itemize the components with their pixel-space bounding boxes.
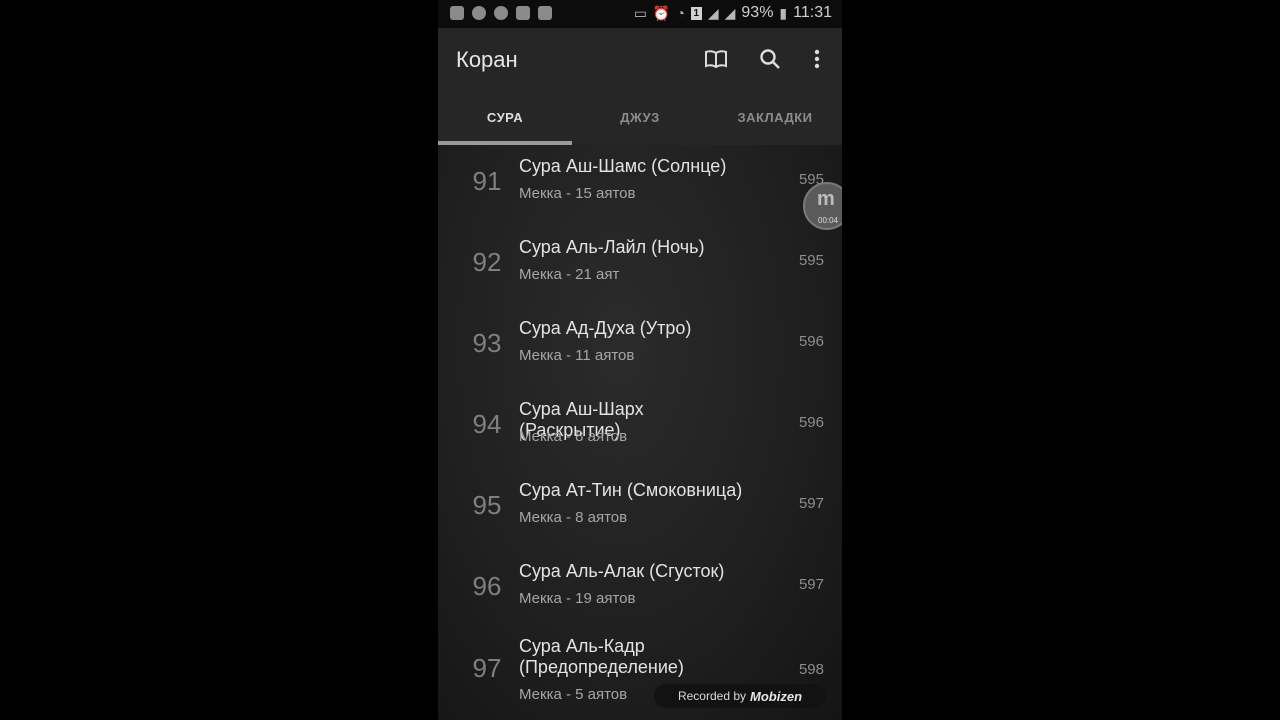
surah-title: Сура Ад-Духа (Утро) (519, 318, 692, 338)
cast-icon: ▭ (633, 4, 647, 21)
watermark-logo: Mobizen (750, 688, 803, 704)
mobizen-notification-icon (472, 6, 486, 20)
surah-row-93[interactable]: 93 Сура Ад-Духа (Утро) Мекка - 11 аятов … (438, 307, 842, 388)
recorder-timer: 00:04 (818, 216, 839, 225)
surah-number: 93 (472, 328, 502, 358)
message-notification-icon (450, 6, 464, 20)
surah-subtitle: Мекка - 21 аят (519, 266, 620, 283)
alarm-icon: ⏰ (652, 4, 671, 21)
surah-row-92[interactable]: 92 Сура Аль-Лайл (Ночь) Мекка - 21 аят 5… (438, 226, 842, 307)
surah-row-91[interactable]: 91 Сура Аш-Шамс (Солнце) Мекка - 15 аято… (438, 145, 842, 226)
surah-page: 596 (798, 414, 824, 431)
recorder-logo: m (817, 188, 835, 210)
more-options-button[interactable] (804, 46, 830, 72)
surah-page: 598 (798, 661, 824, 678)
surah-row-95[interactable]: 95 Сура Ат-Тин (Смоковница) Мекка - 8 ая… (438, 469, 842, 550)
battery-icon: ▮ (779, 4, 788, 21)
notification-icons (450, 6, 552, 20)
phone-screen: ▭ ⏰ ◔ 1 ◢ ◢ 93% ▮ 11:31 Коран СУРА ДЖУЗ … (438, 0, 842, 720)
search-button[interactable] (757, 46, 783, 72)
mail-notification-icon (538, 6, 552, 20)
surah-subtitle: Мекка - 8 аятов (519, 509, 628, 526)
surah-row-96[interactable]: 96 Сура Аль-Алак (Сгусток) Мекка - 19 ая… (438, 550, 842, 631)
surah-list[interactable]: 91 Сура Аш-Шамс (Солнце) Мекка - 15 аято… (438, 145, 842, 720)
surah-number: 92 (472, 247, 502, 277)
tab-bar: СУРА ДЖУЗ ЗАКЛАДКИ (438, 90, 842, 145)
status-bar: ▭ ⏰ ◔ 1 ◢ ◢ 93% ▮ 11:31 (438, 0, 842, 28)
sim-badge: 1 (690, 6, 702, 20)
surah-number: 94 (472, 409, 502, 439)
surah-row-94[interactable]: 94 Сура Аш-Шарх (Раскрытие) Мекка - 8 ая… (438, 388, 842, 469)
battery-level: 93% (741, 4, 774, 21)
recorder-watermark: Recorded by Mobizen (654, 684, 826, 708)
search-icon (760, 49, 780, 69)
surah-number: 95 (472, 490, 502, 520)
mobizen-notification-icon (494, 6, 508, 20)
book-icon (705, 50, 727, 68)
more-vert-icon (814, 49, 820, 69)
surah-subtitle: Мекка - 5 аятов (519, 686, 628, 703)
app-bar: Коран (438, 28, 842, 90)
surah-number: 97 (472, 653, 502, 683)
signal-icon: ◢ (724, 4, 736, 21)
watermark-text: Recorded by (677, 689, 747, 703)
surah-number: 96 (472, 571, 502, 601)
surah-page: 597 (798, 495, 824, 512)
surah-number: 91 (472, 166, 502, 196)
surah-title: Сура Аль-Кадр (Предопределение) (519, 636, 684, 677)
clock: 11:31 (793, 4, 832, 21)
surah-page: 597 (798, 576, 824, 593)
surah-page: 595 (798, 252, 824, 269)
surah-title: Сура Ат-Тин (Смоковница) (519, 480, 743, 500)
wifi-icon: ◔ (676, 5, 685, 21)
surah-subtitle: Мекка - 11 аятов (519, 347, 635, 364)
surah-subtitle: Мекка - 19 аятов (519, 590, 636, 607)
tab-juz[interactable]: ДЖУЗ (573, 90, 707, 145)
surah-subtitle: Мекка - 8 аятов (519, 428, 628, 445)
signal-icon: ◢ (707, 4, 719, 21)
tab-sura[interactable]: СУРА (438, 90, 572, 145)
surah-title: Сура Аль-Лайл (Ночь) (519, 237, 705, 257)
surah-title: Сура Аль-Алак (Сгусток) (519, 561, 725, 581)
surah-subtitle: Мекка - 15 аятов (519, 185, 636, 202)
system-icons: ▭ ⏰ ◔ 1 ◢ ◢ 93% ▮ 11:31 (634, 4, 832, 22)
image-notification-icon (516, 6, 530, 20)
tab-bookmarks[interactable]: ЗАКЛАДКИ (708, 90, 842, 145)
book-button[interactable] (703, 46, 729, 72)
surah-title: Сура Аш-Шамс (Солнце) (519, 156, 727, 176)
surah-page: 596 (798, 333, 824, 350)
app-title: Коран (456, 47, 518, 72)
